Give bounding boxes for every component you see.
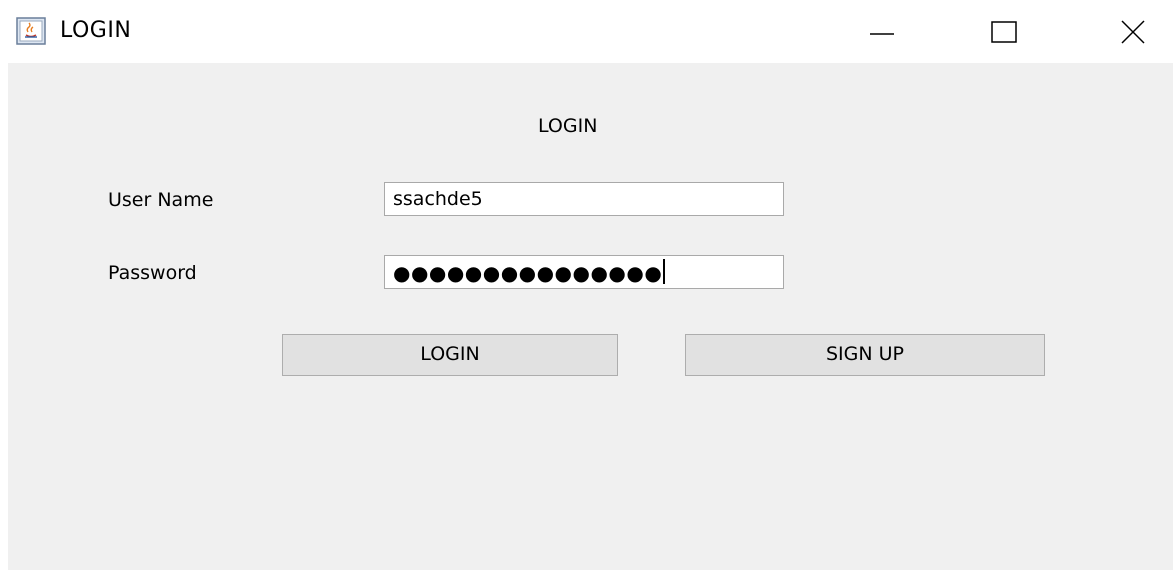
username-field[interactable]: ssachde5 [384,182,784,216]
password-value: ●●●●●●●●●●●●●●● [393,261,663,285]
window-title: LOGIN [60,18,132,43]
text-caret [663,259,666,284]
login-window: LOGIN LOGIN User Name ssachde5 Password … [0,0,1173,570]
java-cup-icon [16,17,46,45]
form-heading: LOGIN [538,115,598,137]
maximize-icon [991,21,1017,43]
username-value: ssachde5 [393,188,483,210]
close-icon [1121,20,1145,44]
signup-button[interactable]: SIGN UP [685,334,1045,376]
minimize-button[interactable] [852,0,922,63]
minimize-icon [870,33,894,35]
login-form: LOGIN User Name ssachde5 Password ●●●●●●… [8,63,1173,570]
login-button[interactable]: LOGIN [282,334,618,376]
title-bar[interactable]: LOGIN [0,0,1173,63]
password-label: Password [108,262,197,284]
close-button[interactable] [1096,0,1166,63]
maximize-button[interactable] [972,0,1042,63]
password-field[interactable]: ●●●●●●●●●●●●●●● [384,255,784,289]
username-label: User Name [108,189,214,211]
